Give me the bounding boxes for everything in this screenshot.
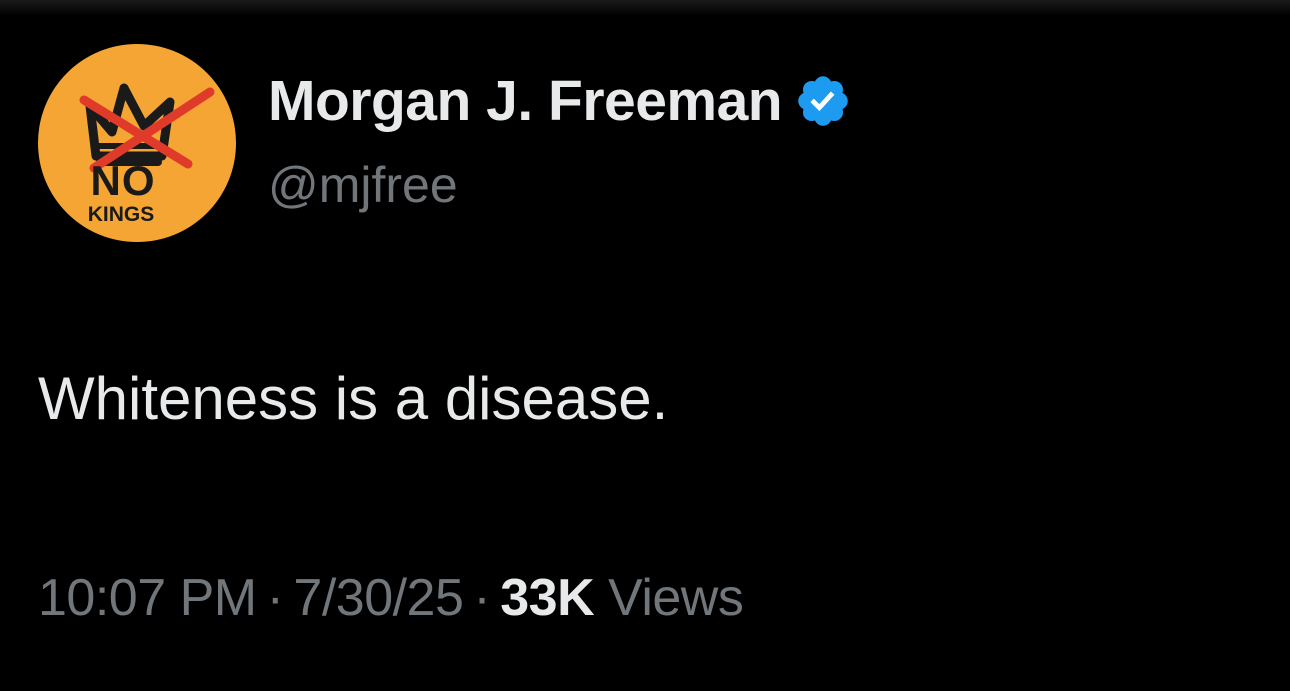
tweet-date[interactable]: 7/30/25 [293, 569, 464, 627]
tweet-metadata: 10:07 PM · 7/30/25 · 33K Views [38, 568, 744, 628]
verified-badge-icon[interactable] [794, 72, 852, 130]
views-count[interactable]: 33K [500, 569, 594, 627]
views-label: Views [608, 569, 744, 627]
tweet-text: Whiteness is a disease. [38, 365, 669, 432]
meta-separator: · [473, 569, 491, 627]
author-display-name[interactable]: Morgan J. Freeman [268, 68, 783, 134]
tweet-time[interactable]: 10:07 PM [38, 569, 257, 627]
avatar[interactable]: NO KINGS [38, 44, 236, 242]
tweet: NO KINGS Morgan J. Freeman @mjfree White… [0, 0, 1290, 691]
avatar-no-label: NO [90, 157, 156, 204]
author-handle[interactable]: @mjfree [268, 156, 458, 214]
avatar-kings-label: KINGS [87, 203, 155, 226]
meta-separator: · [266, 569, 284, 627]
author-name-row: Morgan J. Freeman [268, 66, 852, 136]
